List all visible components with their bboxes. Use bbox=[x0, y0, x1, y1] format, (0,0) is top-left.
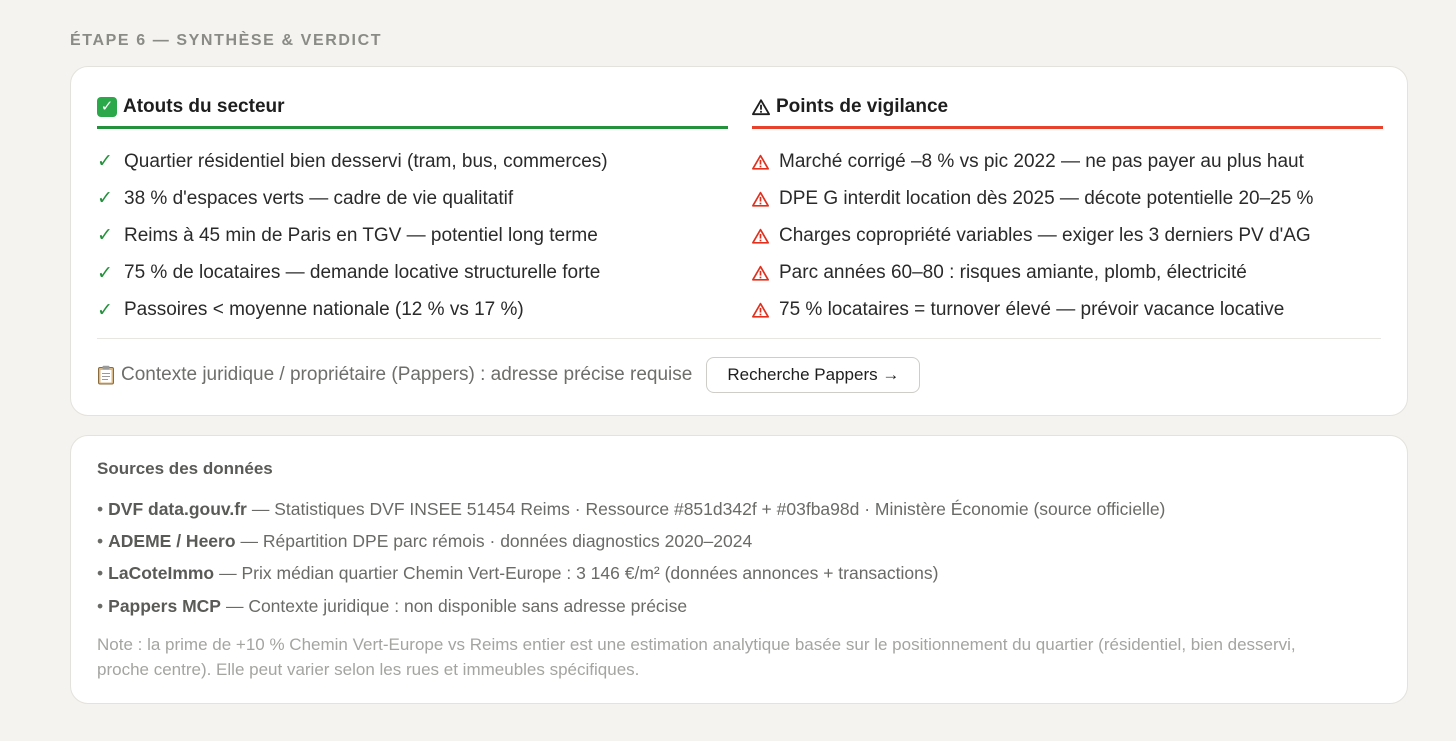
source-item: • DVF data.gouv.fr — Statistiques DVF INSE… bbox=[97, 498, 1166, 519]
strength-item: ✓ Passoires < moyenne nationale (12 % vs … bbox=[97, 292, 728, 329]
source-name: ADEME / Heero bbox=[108, 531, 236, 552]
source-item: • Pappers MCP — Contexte juridique : non d… bbox=[97, 595, 688, 616]
warning-icon bbox=[752, 154, 779, 170]
sources-card: Sources des données • DVF data.gouv.fr — S… bbox=[70, 435, 1408, 704]
warnings-header: Points de vigilance bbox=[752, 91, 1383, 129]
strength-item: ✓ 75 % de locataires — demande locative s… bbox=[97, 255, 728, 292]
warnings-list: Marché corrigé –8 % vs pic 2022 — ne pas… bbox=[752, 143, 1383, 329]
source-item: • ADEME / Heero — Répartition DPE parc rém… bbox=[97, 531, 753, 552]
sources-title: Sources des données bbox=[97, 459, 273, 478]
strength-text: Quartier résidentiel bien desservi (tram… bbox=[124, 150, 608, 172]
check-icon: ✓ bbox=[97, 299, 113, 321]
warning-text: DPE G interdit location dès 2025 — décot… bbox=[779, 187, 1314, 209]
warnings-title: Points de vigilance bbox=[776, 95, 949, 117]
strength-text: Passoires < moyenne nationale (12 % vs 1… bbox=[124, 299, 524, 321]
warnings-column: Points de vigilance Marché corrigé –8 % … bbox=[752, 91, 1383, 329]
strengths-header: ✓ Atouts du secteur bbox=[97, 91, 728, 129]
source-item: • LaCoteImmo — Prix médian quartier Chemin… bbox=[97, 563, 939, 584]
warning-item: 75 % locataires = turnover élevé — prévo… bbox=[752, 292, 1383, 329]
warning-icon bbox=[752, 98, 770, 115]
source-detail: — Statistiques DVF INSEE 51454 Reims · R… bbox=[251, 498, 1166, 519]
legal-context-label: Contexte juridique / propriétaire (Pappe… bbox=[121, 364, 693, 385]
warning-item: Marché corrigé –8 % vs pic 2022 — ne pas… bbox=[752, 143, 1383, 180]
source-name: DVF data.gouv.fr bbox=[108, 498, 247, 519]
methodology-note: Note : la prime de +10 % Chemin Vert-Eur… bbox=[97, 635, 1296, 679]
source-name: LaCoteImmo bbox=[108, 563, 215, 584]
warning-item: Parc années 60–80 : risques amiante, plo… bbox=[752, 255, 1383, 292]
warning-text: Charges copropriété variables — exiger l… bbox=[779, 224, 1311, 246]
source-detail: — Contexte juridique : non disponible sa… bbox=[225, 595, 688, 616]
check-icon: ✓ bbox=[97, 225, 113, 247]
warning-text: Parc années 60–80 : risques amiante, plo… bbox=[779, 262, 1247, 284]
warning-text: Marché corrigé –8 % vs pic 2022 — ne pas… bbox=[779, 150, 1304, 172]
legal-context-text: Contexte juridique / propriétaire (Pappe… bbox=[97, 364, 692, 386]
warning-item: Charges copropriété variables — exiger l… bbox=[752, 217, 1383, 254]
source-detail: — Répartition DPE parc rémois · données … bbox=[240, 531, 753, 552]
warning-icon bbox=[752, 228, 779, 244]
pappers-search-button[interactable]: Recherche Pappers → bbox=[706, 357, 921, 393]
divider bbox=[97, 338, 1381, 339]
strengths-column: ✓ Atouts du secteur ✓ Quartier résidentie… bbox=[97, 91, 728, 329]
clipboard-icon bbox=[98, 365, 114, 385]
source-detail: — Prix médian quartier Chemin Vert-Europ… bbox=[219, 563, 939, 584]
legal-context-row: Contexte juridique / propriétaire (Pappe… bbox=[97, 357, 921, 393]
step-title: ÉTAPE 6 — SYNTHÈSE & VERDICT bbox=[70, 32, 383, 49]
sources-list: • DVF data.gouv.fr — Statistiques DVF INSE… bbox=[97, 493, 1165, 623]
check-icon: ✓ bbox=[97, 188, 113, 210]
strength-text: Reims à 45 min de Paris en TGV — potenti… bbox=[124, 224, 598, 246]
strength-item: ✓ Quartier résidentiel bien desservi (tra… bbox=[97, 143, 728, 180]
check-icon: ✓ bbox=[97, 262, 113, 284]
warning-icon bbox=[752, 265, 779, 281]
strength-text: 75 % de locataires — demande locative st… bbox=[124, 262, 601, 284]
strengths-title: Atouts du secteur bbox=[123, 95, 285, 117]
check-icon: ✓ bbox=[97, 151, 113, 173]
check-badge-icon: ✓ bbox=[97, 96, 117, 117]
strength-item: ✓ 38 % d'espaces verts — cadre de vie qua… bbox=[97, 180, 728, 217]
strength-item: ✓ Reims à 45 min de Paris en TGV — potent… bbox=[97, 217, 728, 254]
strength-text: 38 % d'espaces verts — cadre de vie qual… bbox=[124, 187, 514, 209]
source-name: Pappers MCP bbox=[108, 595, 221, 616]
verdict-card: ✓ Atouts du secteur ✓ Quartier résidentie… bbox=[70, 66, 1408, 416]
warning-icon bbox=[752, 302, 779, 318]
warning-icon bbox=[752, 191, 779, 207]
warning-item: DPE G interdit location dès 2025 — décot… bbox=[752, 180, 1383, 217]
warning-text: 75 % locataires = turnover élevé — prévo… bbox=[779, 299, 1285, 321]
strengths-list: ✓ Quartier résidentiel bien desservi (tra… bbox=[97, 143, 728, 329]
